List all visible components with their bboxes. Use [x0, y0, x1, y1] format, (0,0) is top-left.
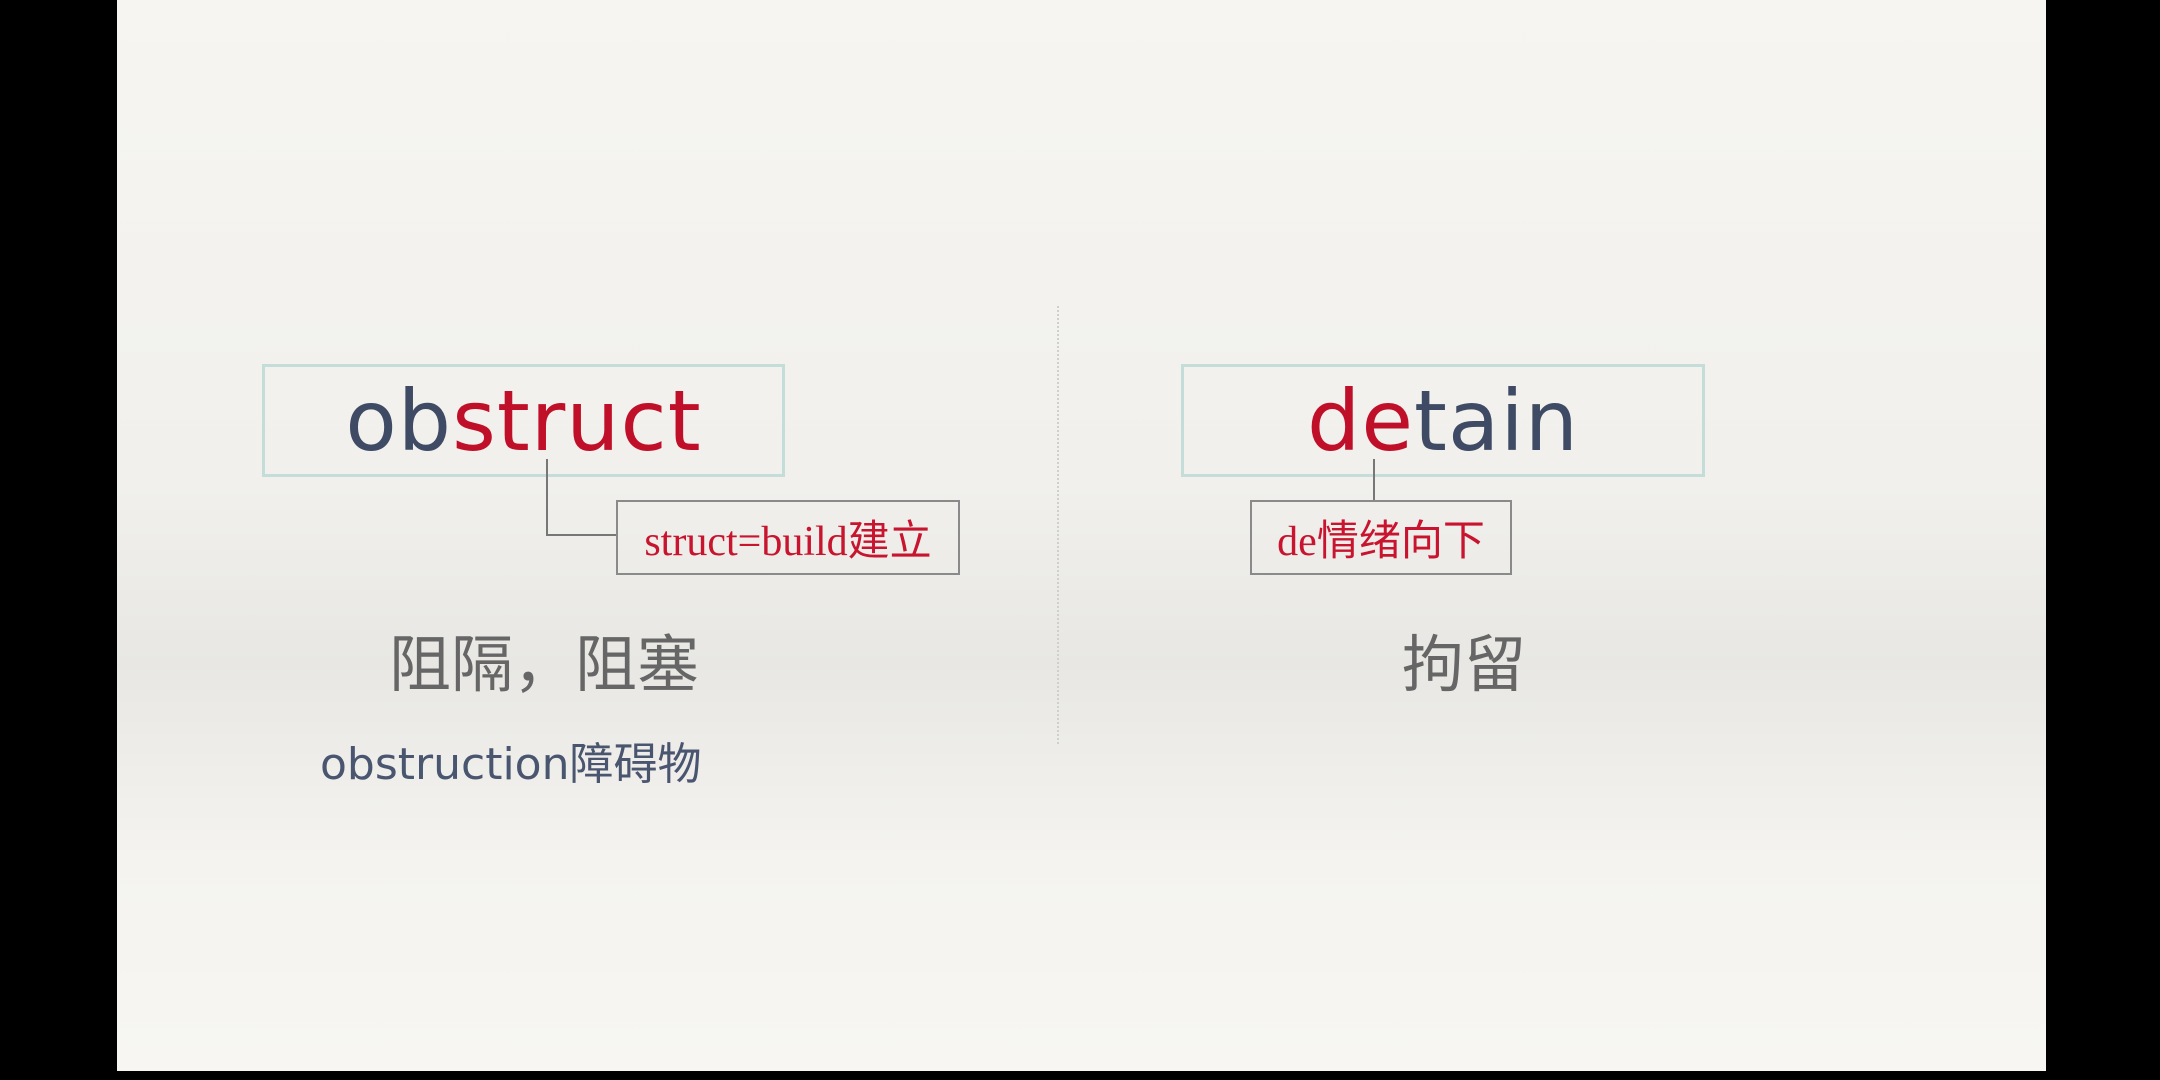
word-root: struct: [452, 371, 702, 470]
connector-line: [1373, 459, 1375, 500]
connector-line: [546, 534, 616, 536]
derivative-text: obstruction障碍物: [320, 739, 702, 790]
meaning-text: 阻隔，阻塞: [389, 628, 700, 701]
connector-line: [546, 459, 548, 536]
note-box: struct=build建立: [616, 500, 960, 575]
slide: obstruct struct=build建立 阻隔，阻塞 obstructio…: [117, 0, 2046, 1071]
word-box-obstruct: obstruct: [262, 364, 785, 477]
word-box-detain: detain: [1181, 364, 1705, 477]
divider: [1057, 306, 1059, 744]
word-obstruct: obstruct: [345, 379, 701, 463]
note-box: de情绪向下: [1250, 500, 1512, 575]
word-root: tain: [1414, 371, 1579, 470]
meaning-text: 拘留: [1402, 628, 1527, 701]
word-prefix: de: [1307, 371, 1414, 470]
word-prefix: ob: [345, 371, 453, 470]
word-detain: detain: [1307, 379, 1579, 463]
